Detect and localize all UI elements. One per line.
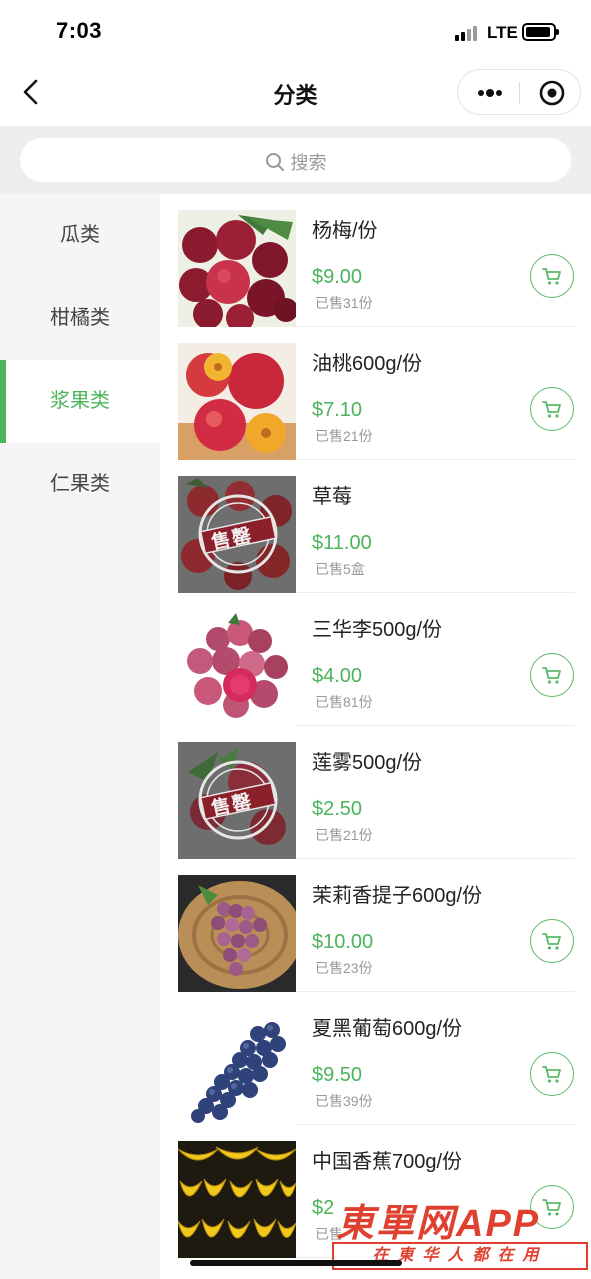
signal-icon (455, 25, 481, 41)
add-to-cart-button[interactable] (530, 387, 574, 431)
product-name: 油桃600g/份 (312, 353, 423, 375)
more-button[interactable] (468, 76, 512, 110)
category-item-berries[interactable]: 浆果类 (0, 360, 160, 443)
category-item-citrus[interactable]: 柑橘类 (0, 277, 160, 360)
product-price: $7.10 (312, 399, 363, 421)
cart-icon (542, 933, 561, 950)
product-price: $10.00 (312, 931, 374, 953)
product-image (178, 210, 296, 327)
cart-icon (542, 1066, 561, 1083)
product-price: $9.50 (312, 1064, 363, 1086)
more-dots-icon (478, 89, 502, 97)
product-item[interactable]: 三华李500g/份 $4.00 已售81份 (178, 593, 575, 726)
product-sold-count: 已售5盒 (315, 561, 365, 577)
product-price: $11.00 (312, 532, 372, 554)
product-image: 售罄 (178, 742, 296, 859)
product-name: 莲雾500g/份 (312, 752, 423, 774)
product-name: 三华李500g/份 (312, 619, 443, 641)
mini-program-capsule (457, 69, 581, 115)
nav-bar: 分类 (0, 62, 591, 126)
product-price: $2 (312, 1197, 335, 1219)
watermark-title: 東單网APP (336, 1203, 541, 1245)
category-item-melons[interactable]: 瓜类 (0, 194, 160, 277)
product-image (178, 343, 296, 460)
product-price: $2.50 (312, 798, 363, 820)
product-image (178, 609, 296, 726)
product-sold-count: 已售81份 (315, 694, 373, 710)
product-list: 杨梅/份 $9.00 已售31份 油桃600g/份 $7.10 已售21份 售罄… (160, 194, 591, 1279)
product-name: 中国香蕉700g/份 (312, 1151, 463, 1173)
product-item[interactable]: 售罄 莲雾500g/份 $2.50 已售21份 (178, 726, 575, 859)
product-sold-count: 已售21份 (315, 827, 373, 843)
search-placeholder: 搜索 (290, 153, 327, 173)
product-item[interactable]: 夏黑葡萄600g/份 $9.50 已售39份 (178, 992, 575, 1125)
product-image (178, 875, 296, 992)
search-area: 搜索 (0, 126, 591, 194)
add-to-cart-button[interactable] (530, 1052, 574, 1096)
product-sold-count: 已售21份 (315, 428, 373, 444)
network-type: LTE (487, 23, 518, 42)
product-name: 草莓 (312, 486, 352, 508)
product-image: 售罄 (178, 476, 296, 593)
product-sold-count: 已售39份 (315, 1093, 373, 1109)
product-price: $9.00 (312, 266, 363, 288)
search-icon (265, 153, 284, 171)
product-name: 杨梅/份 (312, 220, 378, 242)
product-item[interactable]: 杨梅/份 $9.00 已售31份 (178, 194, 575, 327)
product-sold-count: 已售23份 (315, 960, 373, 976)
category-sidebar: 瓜类 柑橘类 浆果类 仁果类 (0, 194, 160, 1279)
cart-icon (542, 667, 561, 684)
search-input[interactable]: 搜索 (20, 138, 571, 182)
product-name: 茉莉香提子600g/份 (312, 885, 483, 907)
product-price: $4.00 (312, 665, 363, 687)
product-name: 夏黑葡萄600g/份 (312, 1018, 463, 1040)
cart-icon (542, 401, 561, 418)
product-item[interactable]: 茉莉香提子600g/份 $10.00 已售23份 (178, 859, 575, 992)
product-sold-count: 已售31份 (315, 295, 373, 311)
battery-icon (522, 23, 559, 41)
close-program-button[interactable] (530, 76, 574, 110)
target-circle-icon (539, 80, 565, 106)
add-to-cart-button[interactable] (530, 653, 574, 697)
status-bar: 7:03 LTE (0, 0, 591, 62)
product-item[interactable]: 油桃600g/份 $7.10 已售21份 (178, 327, 575, 460)
status-time: 7:03 (56, 18, 103, 43)
product-image (178, 1141, 296, 1258)
product-image (178, 1008, 296, 1125)
add-to-cart-button[interactable] (530, 254, 574, 298)
cart-icon (542, 268, 561, 285)
capsule-divider (519, 82, 520, 104)
product-item[interactable]: 售罄 草莓 $11.00 已售5盒 (178, 460, 575, 593)
home-indicator (190, 1260, 402, 1266)
add-to-cart-button[interactable] (530, 919, 574, 963)
category-item-pome[interactable]: 仁果类 (0, 443, 160, 526)
